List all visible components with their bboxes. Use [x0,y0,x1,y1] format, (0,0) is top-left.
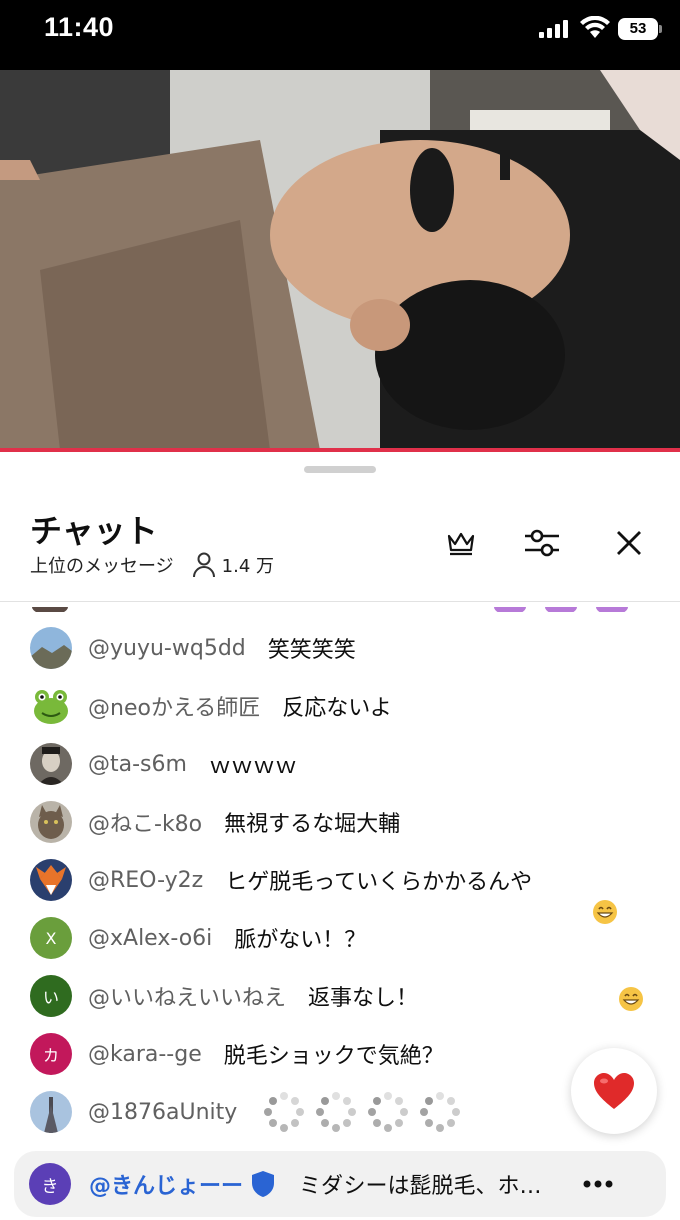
battery-tip [659,25,662,33]
chat-message[interactable]: X @xAlex-o6i 脈がない！？ [30,915,366,961]
chat-message[interactable]: @neoかえる師匠 反応ないよ [30,683,392,729]
avatar[interactable] [30,859,72,901]
message-author[interactable]: @xAlex-o6i [88,926,212,951]
status-bar: 11:40 53 [0,0,680,70]
message-author[interactable]: @いいねえいいねえ [88,980,286,1012]
grinning-emoji-icon [593,900,617,924]
loading-spinner-icon [420,1092,461,1132]
message-author[interactable]: @1876aUnity [88,1100,237,1125]
crown-button[interactable] [444,524,478,562]
loading-spinner-icon [316,1092,357,1132]
chat-message[interactable]: @yuyu-wq5dd 笑笑笑笑 [30,625,356,671]
avatar[interactable] [30,685,72,727]
viewer-count: 1.4 万 [221,556,274,577]
message-text: 脈がない！？ [234,928,367,953]
partial-message-row [0,602,680,612]
chat-message[interactable]: カ @kara--ge 脱毛ショックで気絶？ [30,1031,444,1077]
heart-icon [594,1073,634,1109]
loading-emoji-group [263,1091,461,1133]
partial-emoji-strip [32,602,628,612]
chat-message[interactable]: @REO-y2z ヒゲ脱毛っていくらかかるんや [30,857,532,903]
avatar[interactable] [30,1091,72,1133]
message-author[interactable]: @yuyu-wq5dd [88,636,246,661]
live-video[interactable] [0,70,680,450]
status-time: 11:40 [44,12,115,42]
message-text: 返事なし！ [308,986,419,1011]
filter-button[interactable] [522,524,562,562]
message-author[interactable]: @kara--ge [88,1042,202,1067]
drag-handle[interactable] [304,466,376,473]
avatar[interactable]: カ [30,1033,72,1075]
battery-indicator: 53 [618,18,658,40]
crown-icon [447,532,475,556]
chat-subtitle[interactable]: 上位のメッセージ 1.4 万 [30,552,274,578]
message-text: ヒゲ脱毛っていくらかかるんや [225,870,533,895]
avatar[interactable]: X [30,917,72,959]
person-icon [192,552,215,578]
message-text: ｗｗｗｗ [208,754,297,779]
avatar[interactable] [30,627,72,669]
chat-message[interactable]: @ねこ-k8o 無視するな堀大輔 [30,799,400,845]
loading-spinner-icon [368,1092,409,1132]
moderator-shield-icon [252,1171,275,1197]
chat-message[interactable]: い @いいねえいいねえ 返事なし！ [30,973,418,1019]
chat-message[interactable]: @1876aUnity [30,1089,461,1135]
chat-message[interactable]: @ta-s6m ｗｗｗｗ [30,741,297,787]
message-author[interactable]: @REO-y2z [88,868,203,893]
close-button[interactable] [612,524,646,562]
chat-title: チャット [30,512,158,550]
more-options-icon[interactable] [583,1180,613,1188]
pinned-message[interactable]: き @きんじょーー ミダシーは髭脱毛、ホ… [14,1151,666,1217]
chat-mode-label[interactable]: 上位のメッセージ [30,552,174,578]
cellular-signal-icon [539,20,568,38]
sliders-icon [525,529,559,557]
video-frame [0,70,680,450]
pinned-text: ミダシーは髭脱毛、ホ… [299,1174,542,1199]
wifi-icon [580,16,610,38]
message-author[interactable]: @ta-s6m [88,752,187,777]
pinned-avatar[interactable]: き [29,1163,71,1205]
message-text: 反応ないよ [282,696,392,721]
message-text: 脱毛ショックで気絶？ [223,1044,444,1069]
close-icon [617,531,641,555]
avatar[interactable]: い [30,975,72,1017]
loading-spinner-icon [264,1092,305,1132]
avatar[interactable] [30,743,72,785]
message-author[interactable]: @ねこ-k8o [88,806,202,838]
pinned-author[interactable]: @きんじょーー [89,1168,243,1200]
message-text: 笑笑笑笑 [267,638,356,663]
grinning-emoji-icon [619,987,643,1011]
avatar[interactable] [30,801,72,843]
message-text: 無視するな堀大輔 [224,812,401,837]
message-author[interactable]: @neoかえる師匠 [88,690,260,722]
heart-reaction-button[interactable] [571,1048,657,1134]
